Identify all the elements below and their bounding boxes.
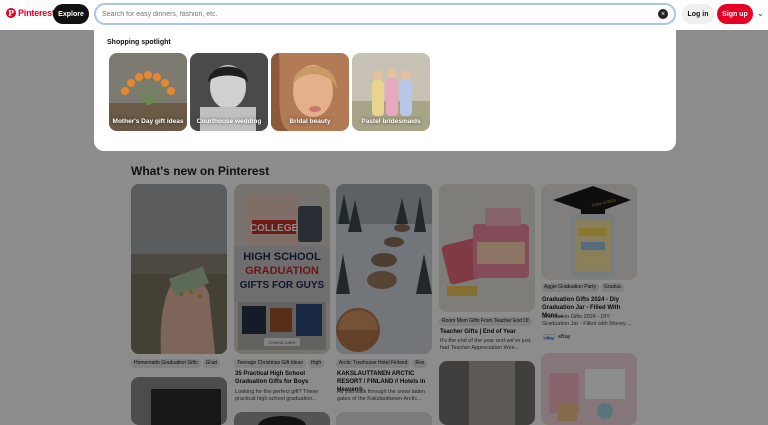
signup-button[interactable]: Sign up: [717, 4, 753, 24]
logo-text: Pinterest: [18, 8, 55, 18]
pinterest-logo[interactable]: P Pinterest: [6, 8, 55, 18]
pinterest-logo-icon: P: [6, 8, 16, 18]
clear-search-icon[interactable]: ×: [658, 9, 668, 19]
chevron-down-icon[interactable]: ⌄: [757, 9, 764, 18]
login-button[interactable]: Log in: [682, 4, 714, 24]
spotlight-card[interactable]: Courthouse wedding: [190, 53, 268, 131]
spotlight-label: Mother's Day gift ideas: [112, 117, 184, 125]
search-suggestions-dropdown: Shopping spotlight Mother's Day gift ide…: [94, 30, 676, 151]
search-input[interactable]: [102, 10, 642, 18]
spotlight-card[interactable]: Mother's Day gift ideas: [109, 53, 187, 131]
search-bar[interactable]: ×: [94, 3, 676, 25]
spotlight-label: Bridal beauty: [289, 117, 331, 125]
spotlight-label: Courthouse wedding: [196, 117, 262, 125]
explore-button[interactable]: Explore: [53, 4, 89, 24]
spotlight-card[interactable]: Pastel bridesmaids: [352, 53, 430, 131]
spotlight-card[interactable]: Bridal beauty: [271, 53, 349, 131]
top-nav: P Pinterest Explore × Log in Sign up ⌄: [0, 0, 768, 30]
spotlight-title: Shopping spotlight: [107, 39, 171, 46]
spotlight-label: Pastel bridesmaids: [361, 117, 421, 125]
